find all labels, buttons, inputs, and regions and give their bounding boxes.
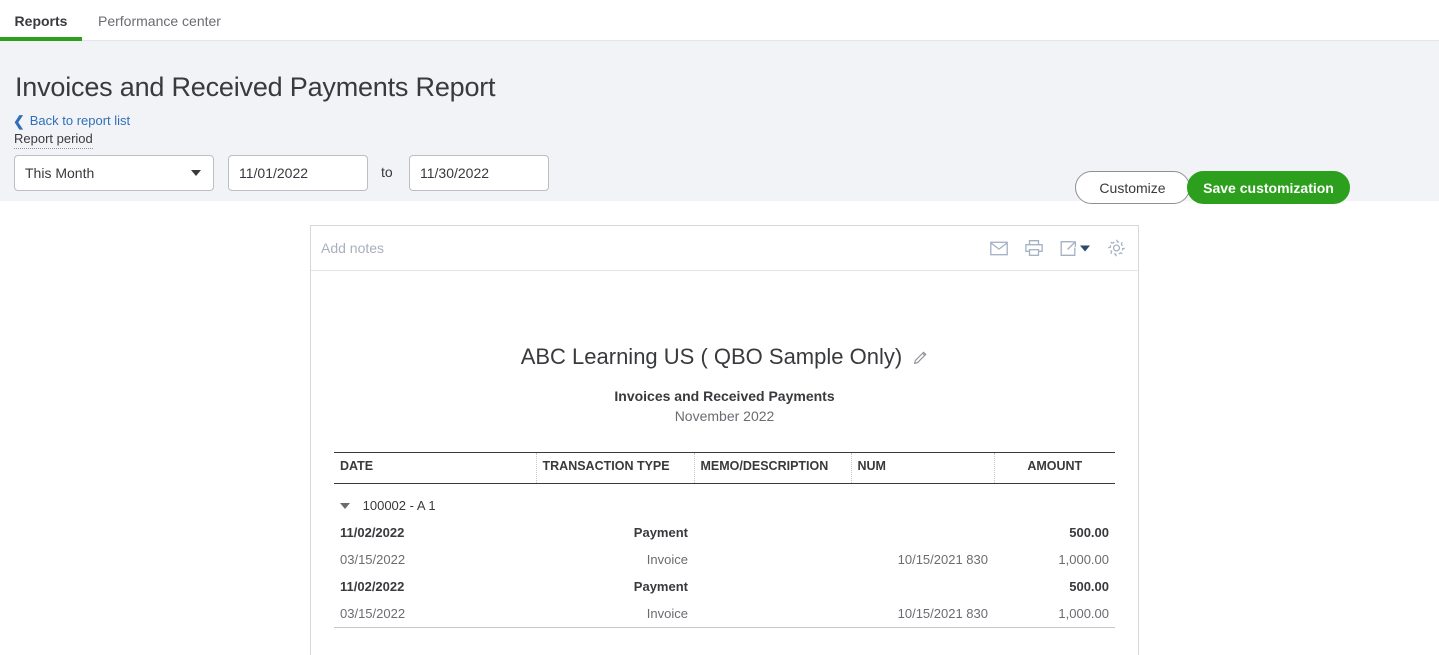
add-notes-input[interactable]: Add notes <box>321 240 384 256</box>
column-header-date[interactable]: DATE <box>334 453 536 484</box>
pencil-edit-icon[interactable] <box>913 345 928 371</box>
cell-date: 03/15/2022 <box>334 600 536 628</box>
tab-reports-label: Reports <box>15 13 68 29</box>
report-period-label: Report period <box>14 131 93 149</box>
cell-memo <box>694 573 851 600</box>
table-header-row: DATE TRANSACTION TYPE MEMO/DESCRIPTION N… <box>334 453 1115 484</box>
cell-amount: 500.00 <box>994 519 1115 546</box>
group-row-label: 100002 - A 1 <box>363 498 436 513</box>
cell-date: 03/15/2022 <box>334 546 536 573</box>
add-notes-placeholder: Add notes <box>321 240 384 256</box>
report-card-toolbar: Add notes <box>311 226 1138 271</box>
cell-amount: 500.00 <box>994 573 1115 600</box>
tab-reports[interactable]: Reports <box>0 0 82 41</box>
cell-transaction-type: Invoice <box>536 546 694 573</box>
report-subtitle: Invoices and Received Payments <box>311 388 1138 404</box>
table-row[interactable]: 11/02/2022 Payment 500.00 <box>334 573 1115 600</box>
report-period-select-value: This Month <box>25 165 94 181</box>
company-name-text: ABC Learning US ( QBO Sample Only) <box>521 344 902 369</box>
cell-num <box>851 519 994 546</box>
company-name: ABC Learning US ( QBO Sample Only) <box>311 344 1138 371</box>
cell-date: 11/02/2022 <box>334 519 536 546</box>
chevron-down-icon <box>1080 245 1090 251</box>
date-to-value: 11/30/2022 <box>420 165 489 181</box>
group-row: 100002 - A 1 <box>334 484 1115 520</box>
cell-memo <box>694 600 851 628</box>
column-header-num[interactable]: NUM <box>851 453 994 484</box>
chevron-left-icon: ❮ <box>13 114 25 128</box>
cell-date: 11/02/2022 <box>334 573 536 600</box>
page-header-band: Invoices and Received Payments Report ❮ … <box>0 41 1439 201</box>
date-to-input[interactable]: 11/30/2022 <box>409 155 549 191</box>
column-header-amount[interactable]: AMOUNT <box>994 453 1115 484</box>
tab-performance-center-label: Performance center <box>98 13 221 29</box>
cell-amount: 1,000.00 <box>994 546 1115 573</box>
table-row[interactable]: 03/15/2022 Invoice 10/15/2021 830 1,000.… <box>334 546 1115 573</box>
page-title: Invoices and Received Payments Report <box>15 72 495 103</box>
report-table: DATE TRANSACTION TYPE MEMO/DESCRIPTION N… <box>334 452 1115 628</box>
report-body: ABC Learning US ( QBO Sample Only) Invoi… <box>311 344 1138 655</box>
date-from-value: 11/01/2022 <box>239 165 308 181</box>
cell-memo <box>694 519 851 546</box>
settings-gear-icon[interactable] <box>1107 239 1126 258</box>
tab-performance-center[interactable]: Performance center <box>88 0 231 41</box>
export-icon[interactable] <box>1060 240 1090 256</box>
back-to-report-list-label: Back to report list <box>30 113 130 128</box>
table-row[interactable]: 03/15/2022 Invoice 10/15/2021 830 1,000.… <box>334 600 1115 628</box>
column-header-transaction-type[interactable]: TRANSACTION TYPE <box>536 453 694 484</box>
date-from-input[interactable]: 11/01/2022 <box>228 155 368 191</box>
date-range-to-label: to <box>381 164 393 180</box>
report-page: Reports Performance center Invoices and … <box>0 0 1439 655</box>
cell-transaction-type: Invoice <box>536 600 694 628</box>
cell-num <box>851 573 994 600</box>
header-actions: Customize Save customization <box>1059 171 1349 204</box>
save-customization-button-label: Save customization <box>1203 180 1334 196</box>
report-date-range: November 2022 <box>311 408 1138 424</box>
save-customization-button[interactable]: Save customization <box>1187 171 1350 204</box>
back-to-report-list-link[interactable]: ❮ Back to report list <box>13 113 130 128</box>
report-card: Add notes <box>310 225 1139 655</box>
report-period-select[interactable]: This Month <box>14 155 214 191</box>
cell-amount: 1,000.00 <box>994 600 1115 628</box>
cell-num: 10/15/2021 830 <box>851 600 994 628</box>
column-header-memo-description[interactable]: MEMO/DESCRIPTION <box>694 453 851 484</box>
customize-button-label: Customize <box>1099 180 1165 196</box>
chevron-down-icon <box>191 170 201 176</box>
table-body: 100002 - A 1 11/02/2022 Payment 500.00 0… <box>334 484 1115 628</box>
cell-transaction-type: Payment <box>536 519 694 546</box>
group-collapse-toggle-icon[interactable] <box>340 503 350 509</box>
report-tool-icons <box>990 239 1126 258</box>
customize-button[interactable]: Customize <box>1075 171 1190 204</box>
top-tab-bar: Reports Performance center <box>0 0 1439 41</box>
cell-memo <box>694 546 851 573</box>
email-icon[interactable] <box>990 241 1008 255</box>
cell-transaction-type: Payment <box>536 573 694 600</box>
table-row[interactable]: 11/02/2022 Payment 500.00 <box>334 519 1115 546</box>
print-icon[interactable] <box>1025 240 1043 257</box>
cell-num: 10/15/2021 830 <box>851 546 994 573</box>
